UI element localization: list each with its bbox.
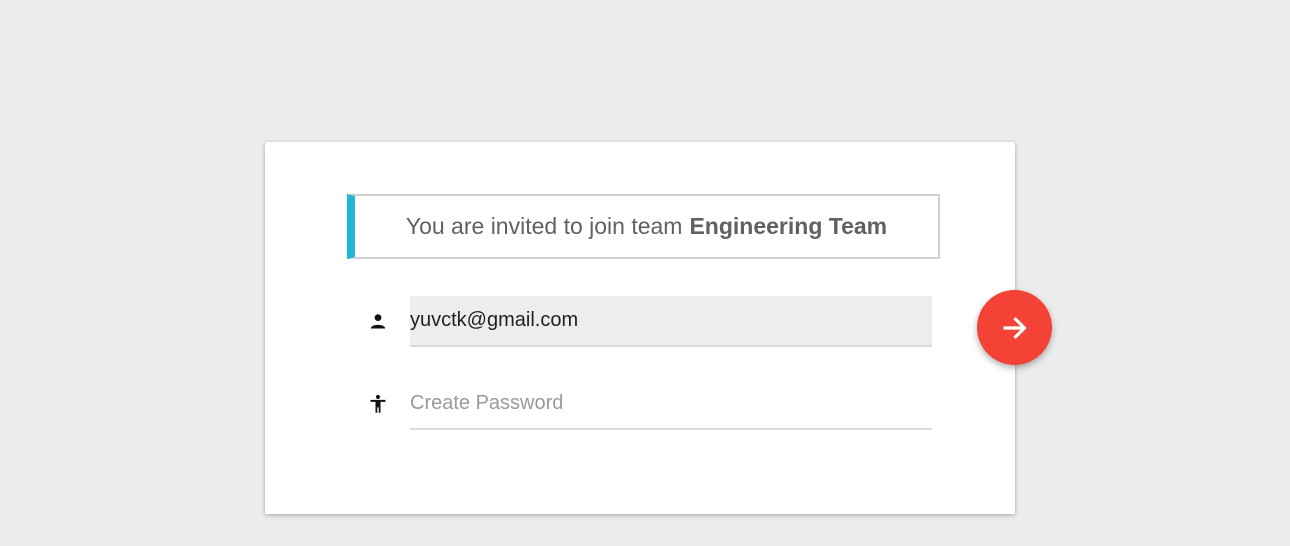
- accessibility-icon: [365, 391, 391, 417]
- submit-button[interactable]: [977, 290, 1052, 365]
- team-name: Engineering Team: [689, 213, 888, 239]
- invite-text: You are invited to join team: [405, 213, 683, 239]
- invite-card: You are invited to join team Engineering…: [265, 142, 1015, 514]
- arrow-forward-icon: [1000, 313, 1030, 343]
- password-row: [365, 379, 932, 430]
- email-field[interactable]: [410, 296, 932, 347]
- email-row: [365, 296, 932, 347]
- create-password-field[interactable]: [410, 379, 932, 430]
- person-icon: [365, 308, 391, 334]
- invite-banner: You are invited to join team Engineering…: [347, 194, 940, 259]
